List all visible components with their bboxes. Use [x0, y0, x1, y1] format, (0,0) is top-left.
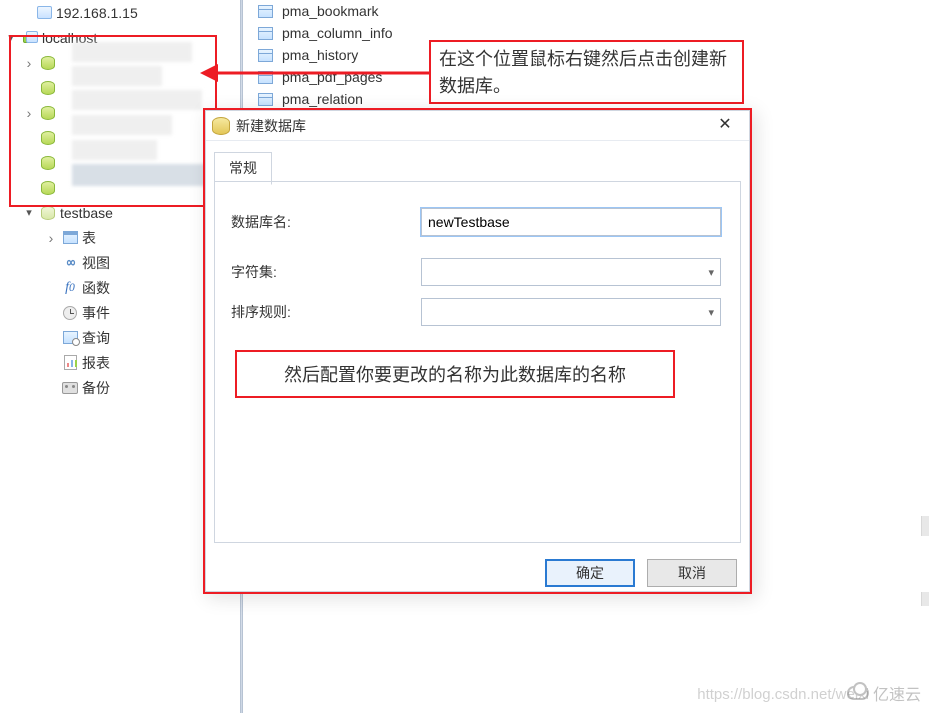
- database-icon: [39, 54, 57, 72]
- tree-db-label: testbase: [60, 205, 113, 221]
- label-dbname: 数据库名:: [231, 212, 411, 232]
- label-collation: 排序规则:: [231, 302, 411, 322]
- close-button[interactable]: ✕: [705, 114, 745, 138]
- annotation-text: 在这个位置鼠标右键然后点击创建新数据库。: [439, 49, 727, 96]
- watermark-logo: 亿速云: [847, 681, 921, 705]
- database-icon: [39, 179, 57, 197]
- table-row[interactable]: pma_bookmark: [248, 0, 928, 22]
- expand-closed-icon[interactable]: [22, 55, 36, 71]
- query-icon: [61, 329, 79, 347]
- chevron-down-icon: ▾: [708, 266, 714, 279]
- annotation-dialog-highlight: 新建数据库 ✕ 常规 数据库名: 字符集: ▾ 排序规则: ▾: [203, 108, 752, 594]
- table-icon: [256, 68, 274, 86]
- expand-open-icon[interactable]: [22, 206, 36, 219]
- table-icon: [256, 46, 274, 64]
- tree-server-label: 192.168.1.15: [56, 5, 138, 21]
- database-icon: [39, 129, 57, 147]
- database-icon: [39, 204, 57, 222]
- watermark-url: https://blog.csdn.net/weixi: [697, 686, 869, 703]
- dialog-button-row: 确定 取消: [206, 553, 749, 597]
- tree-views-label: 视图: [82, 253, 110, 273]
- table-name: pma_pdf_pages: [282, 69, 382, 85]
- dialog-tab-content: 数据库名: 字符集: ▾ 排序规则: ▾ 然后配置你要更改的名称为此数据库的名称: [214, 181, 741, 543]
- select-collation[interactable]: ▾: [421, 298, 721, 326]
- table-icon: [256, 24, 274, 42]
- tree-functions-label: 函数: [82, 278, 110, 298]
- new-database-dialog: 新建数据库 ✕ 常规 数据库名: 字符集: ▾ 排序规则: ▾: [205, 110, 750, 592]
- ok-button[interactable]: 确定: [545, 559, 635, 587]
- table-icon: [256, 2, 274, 20]
- table-name: pma_column_info: [282, 25, 393, 41]
- tree-tables-label: 表: [82, 228, 96, 248]
- watermark-logo-text: 亿速云: [873, 681, 921, 705]
- expand-open-icon[interactable]: [4, 31, 18, 44]
- annotation-callout-context-menu: 在这个位置鼠标右键然后点击创建新数据库。: [429, 40, 744, 104]
- server-icon: [35, 4, 53, 22]
- tables-icon: [61, 229, 79, 247]
- tree-server-node[interactable]: 192.168.1.15: [0, 0, 240, 25]
- select-charset[interactable]: ▾: [421, 258, 721, 286]
- dialog-titlebar[interactable]: 新建数据库 ✕: [206, 111, 749, 141]
- table-name: pma_history: [282, 47, 358, 63]
- database-icon: [39, 79, 57, 97]
- event-icon: [61, 304, 79, 322]
- dialog-tabstrip: 常规: [206, 141, 749, 181]
- scrollbar-fragment[interactable]: [921, 592, 929, 606]
- report-icon: [61, 354, 79, 372]
- expand-closed-icon[interactable]: [22, 105, 36, 121]
- database-icon: [39, 154, 57, 172]
- scrollbar-fragment[interactable]: [921, 516, 929, 536]
- cloud-icon: [847, 686, 869, 700]
- backup-icon: [61, 379, 79, 397]
- table-icon: [256, 90, 274, 108]
- chevron-down-icon: ▾: [708, 306, 714, 319]
- tree-queries-label: 查询: [82, 328, 110, 348]
- database-gold-icon: [212, 117, 230, 135]
- tree-reports-label: 报表: [82, 353, 110, 373]
- function-icon: f0: [61, 279, 79, 297]
- table-name: pma_relation: [282, 91, 363, 107]
- tree-backup-label: 备份: [82, 378, 110, 398]
- connection-icon: [21, 29, 39, 47]
- tree-events-label: 事件: [82, 303, 110, 323]
- label-charset: 字符集:: [231, 262, 411, 282]
- cancel-button[interactable]: 取消: [647, 559, 737, 587]
- expand-closed-icon[interactable]: [44, 230, 58, 246]
- annotation-callout-rename: 然后配置你要更改的名称为此数据库的名称: [235, 350, 675, 398]
- database-icon: [39, 104, 57, 122]
- dialog-title: 新建数据库: [236, 116, 705, 136]
- table-name: pma_bookmark: [282, 3, 379, 19]
- input-dbname[interactable]: [421, 208, 721, 236]
- views-icon: ∞: [61, 254, 79, 272]
- annotation-text: 然后配置你要更改的名称为此数据库的名称: [284, 361, 626, 387]
